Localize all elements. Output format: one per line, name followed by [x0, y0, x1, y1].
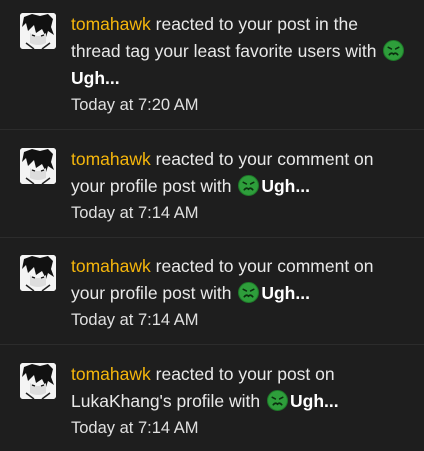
sick-face-icon	[238, 282, 260, 303]
notification-item[interactable]: tomahawk reacted to your comment on your…	[0, 130, 424, 238]
reaction-name: Ugh...	[71, 68, 120, 88]
timestamp[interactable]: Today at 7:20 AM	[71, 92, 412, 118]
username-link[interactable]: tomahawk	[71, 364, 151, 384]
timestamp[interactable]: Today at 7:14 AM	[71, 200, 412, 226]
sick-face-icon	[383, 40, 405, 61]
notification-list: tomahawk reacted to your post in the thr…	[0, 0, 424, 451]
avatar[interactable]	[20, 255, 56, 291]
sick-face-icon	[238, 175, 260, 196]
timestamp[interactable]: Today at 7:14 AM	[71, 307, 412, 333]
reaction-name: Ugh...	[261, 176, 310, 196]
username-link[interactable]: tomahawk	[71, 256, 151, 276]
sick-face-icon	[267, 390, 289, 411]
reaction-name: Ugh...	[290, 391, 339, 411]
notification-item[interactable]: tomahawk reacted to your post on LukaKha…	[0, 345, 424, 451]
notification-text: tomahawk reacted to your comment on your…	[71, 146, 412, 200]
username-link[interactable]: tomahawk	[71, 14, 151, 34]
notification-item[interactable]: tomahawk reacted to your post in the thr…	[0, 0, 424, 130]
avatar[interactable]	[20, 363, 56, 399]
username-link[interactable]: tomahawk	[71, 149, 151, 169]
notification-text: tomahawk reacted to your post on LukaKha…	[71, 361, 412, 415]
notification-item[interactable]: tomahawk reacted to your comment on your…	[0, 238, 424, 345]
avatar[interactable]	[20, 148, 56, 184]
notification-text: tomahawk reacted to your comment on your…	[71, 253, 412, 307]
avatar[interactable]	[20, 13, 56, 49]
notification-text: tomahawk reacted to your post in the thr…	[71, 11, 412, 92]
reaction-name: Ugh...	[261, 283, 310, 303]
timestamp[interactable]: Today at 7:14 AM	[71, 415, 412, 441]
